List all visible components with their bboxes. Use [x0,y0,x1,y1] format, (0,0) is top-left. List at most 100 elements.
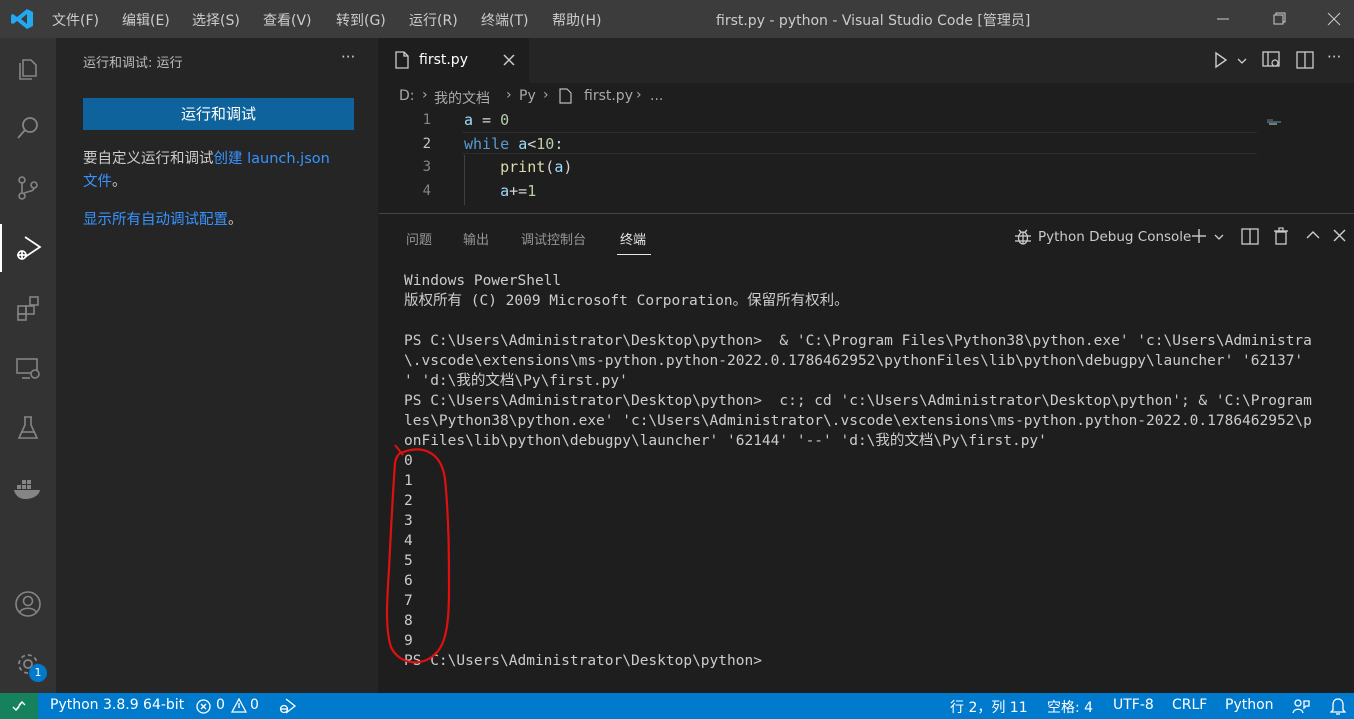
file-encoding[interactable]: UTF-8 [1113,697,1154,713]
menu-edit[interactable]: 编辑(E) [122,10,170,30]
extensions-icon[interactable] [0,284,56,332]
help-text-suffix: 。 [112,174,127,190]
editor-more-actions-button[interactable]: ··· [1327,48,1341,66]
run-debug-sidebar: 运行和调试: 运行 ··· 运行和调试 要自定义运行和调试创建 launch.j… [56,38,378,693]
tab-terminal[interactable]: 终端 [620,229,646,248]
breadcrumb-folder-py[interactable]: Py [519,88,536,104]
run-dropdown-chevron-icon[interactable] [1237,57,1247,65]
terminal-dropdown-chevron-icon[interactable] [1214,233,1224,241]
terminal-line: Windows PowerShell [404,273,562,289]
remote-icon [12,701,26,711]
restore-button[interactable] [1256,0,1302,38]
terminal-line: 3 [404,513,413,529]
terminal-output[interactable]: Windows PowerShell 版权所有 (C) 2009 Microsof… [404,271,1349,671]
notifications-bell-icon[interactable] [1330,697,1346,715]
open-preview-icon[interactable] [1262,51,1282,69]
terminal-line: 1 [404,473,413,489]
create-launch-json-link[interactable]: 创建 launch.json [214,151,330,167]
menu-terminal[interactable]: 终端(T) [481,10,528,30]
menu-run[interactable]: 运行(R) [409,10,458,30]
search-icon[interactable] [0,104,56,152]
close-tab-icon[interactable] [503,54,515,66]
language-mode[interactable]: Python [1225,697,1274,713]
file-icon [395,51,409,69]
terminal-line: 5 [404,553,413,569]
chevron-right-icon: › [543,87,549,103]
debug-launch-icon[interactable] [278,697,298,715]
menu-selection[interactable]: 选择(S) [192,10,240,30]
file-icon [559,88,572,104]
terminal-line: 7 [404,593,413,609]
run-debug-icon[interactable] [0,224,56,272]
run-python-file-icon[interactable] [1214,51,1228,69]
tab-problems[interactable]: 问题 [406,229,432,248]
remote-indicator-button[interactable] [0,693,38,719]
line-number: 1 [422,112,431,128]
terminal-line: 9 [404,633,413,649]
account-icon[interactable] [0,580,56,628]
testing-icon[interactable] [0,404,56,452]
run-and-debug-button[interactable]: 运行和调试 [83,98,354,130]
cursor-position[interactable]: 行 2，列 11 [950,697,1028,717]
tab-first-py[interactable]: first.py [379,38,529,83]
explorer-icon[interactable] [0,44,56,92]
breadcrumb-drive[interactable]: D: [399,88,415,104]
terminal-line: PS C:\Users\Administrator\Desktop\python… [404,393,1312,409]
source-control-icon[interactable] [0,164,56,212]
line-number: 3 [422,159,431,175]
chevron-right-icon: › [422,87,428,103]
docker-icon[interactable] [0,464,56,512]
current-line-highlight [462,132,1257,154]
terminal-selector[interactable]: Python Debug Console [1038,229,1191,245]
manage-gear-icon[interactable] [0,640,56,688]
feedback-icon[interactable] [1292,698,1310,715]
trash-icon[interactable] [1273,227,1289,245]
split-editor-icon[interactable] [1296,51,1314,69]
terminal-line: PS C:\Users\Administrator\Desktop\python… [404,653,762,669]
menu-file[interactable]: 文件(F) [52,10,99,30]
vscode-logo-icon [10,8,34,30]
show-auto-configs: 显示所有自动调试配置。 [83,208,243,229]
new-terminal-icon[interactable] [1191,228,1207,244]
maximize-panel-chevron-up-icon[interactable] [1306,230,1320,240]
show-all-auto-debug-configs-link[interactable]: 显示所有自动调试配置 [83,212,228,228]
split-terminal-icon[interactable] [1241,228,1259,245]
breadcrumb-more[interactable]: ... [650,88,663,104]
code-line[interactable]: while a<10: [464,135,563,153]
breadcrumb-folder-docs[interactable]: 我的文档 [434,88,490,108]
terminal-line: 6 [404,573,413,589]
end-of-line[interactable]: CRLF [1172,697,1207,713]
close-window-button[interactable] [1310,0,1354,38]
menu-help[interactable]: 帮助(H) [552,10,601,30]
active-tab-underline [617,254,651,255]
code-editor[interactable]: 1 2 3 4 a = 0 while a<10: print(a) a+=1 [379,108,1354,212]
menu-view[interactable]: 查看(V) [263,10,312,30]
tab-output[interactable]: 输出 [463,229,489,248]
activity-bar: 1 [0,38,56,693]
code-line[interactable]: a+=1 [464,182,536,200]
chevron-right-icon: › [506,87,512,103]
sidebar-more-actions-button[interactable]: ··· [341,48,355,66]
code-line[interactable]: print(a) [464,158,572,176]
breadcrumb-file[interactable]: first.py [584,88,633,104]
show-configs-suffix: 。 [228,212,243,228]
terminal-line: PS C:\Users\Administrator\Desktop\python… [404,333,1312,349]
chevron-right-icon: › [636,87,642,103]
terminal-line: 4 [404,533,413,549]
create-launch-json-file-link[interactable]: 文件 [83,174,112,190]
minimize-button[interactable] [1200,0,1246,38]
remote-explorer-icon[interactable] [0,344,56,392]
minimap[interactable] [1267,110,1312,125]
menu-go[interactable]: 转到(G) [336,10,386,30]
error-count: 0 [216,697,225,713]
tab-label: first.py [419,52,468,68]
indentation[interactable]: 空格: 4 [1047,697,1093,717]
terminal-line: les\Python38\python.exe' 'c:\Users\Admin… [404,413,1312,429]
tab-debug-console[interactable]: 调试控制台 [521,229,586,248]
python-interpreter[interactable]: Python 3.8.9 64-bit [50,697,184,713]
close-panel-icon[interactable] [1333,229,1346,242]
code-line[interactable]: a = 0 [464,111,509,129]
warning-count: 0 [250,697,259,713]
terminal-line: onFiles\lib\python\debugpy\launcher' '62… [404,433,1047,449]
